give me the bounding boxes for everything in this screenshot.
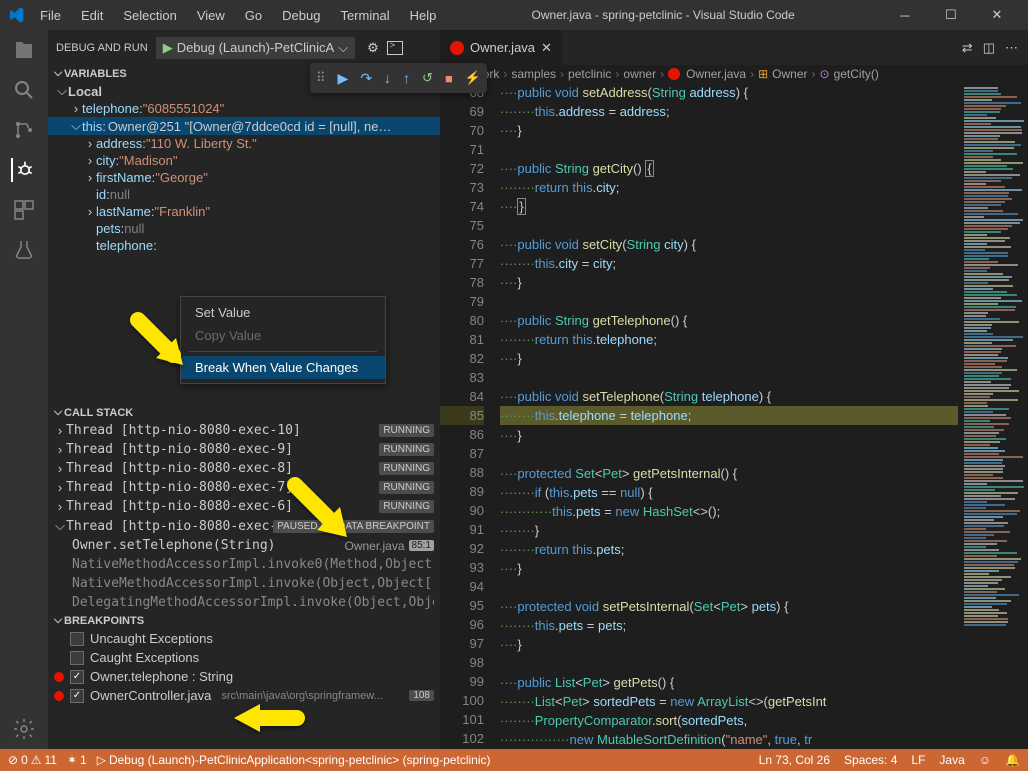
- sb-ports[interactable]: ✶ 1: [67, 753, 87, 767]
- sb-eol[interactable]: LF: [911, 753, 925, 767]
- bp-uncaught[interactable]: Uncaught Exceptions: [48, 629, 440, 648]
- explorer-icon[interactable]: [12, 38, 36, 62]
- menu-debug[interactable]: Debug: [274, 4, 328, 27]
- sb-problems[interactable]: ⊘ 0 ⚠ 11: [8, 753, 57, 767]
- minimap[interactable]: [958, 83, 1028, 749]
- frame-row[interactable]: Owner.setTelephone(String)Owner.java85:1: [48, 536, 440, 555]
- gear-icon[interactable]: ⚙: [367, 40, 379, 56]
- var-telephone[interactable]: telephone:: [48, 237, 440, 254]
- bp-caught[interactable]: Caught Exceptions: [48, 648, 440, 667]
- var-firstName[interactable]: ›firstName: "George": [48, 169, 440, 186]
- debug-config-dropdown[interactable]: ▶ Debug (Launch)-PetClinicA ⌵: [156, 37, 355, 59]
- menu-edit[interactable]: Edit: [73, 4, 111, 27]
- frame-row[interactable]: NativeMethodAccessorImpl.invoke(Object,O…: [48, 574, 440, 593]
- step-over-icon[interactable]: ↷: [360, 70, 372, 87]
- sb-feedback-icon[interactable]: ☺: [979, 753, 991, 767]
- var-address[interactable]: ›address: "110 W. Liberty St.": [48, 135, 440, 152]
- statusbar: ⊘ 0 ⚠ 11 ✶ 1 ▷ Debug (Launch)-PetClinicA…: [0, 749, 1028, 771]
- sb-lang[interactable]: Java: [939, 753, 964, 767]
- thread-row[interactable]: ›Thread [http-nio-8080-exec-8]RUNNING: [48, 459, 440, 478]
- vscode-logo-icon: [8, 7, 24, 23]
- ctx-copy-value: Copy Value: [181, 324, 385, 347]
- var-pets[interactable]: pets: null: [48, 220, 440, 237]
- debug-toolbar[interactable]: ⠿ ▶ ↷ ↓ ↑ ↺ ■ ⚡: [310, 63, 487, 93]
- code[interactable]: ····public void setAddress(String addres…: [500, 83, 958, 749]
- close-button[interactable]: ✕: [974, 0, 1020, 30]
- sb-debug-config[interactable]: ▷ Debug (Launch)-PetClinicApplication<sp…: [97, 753, 491, 767]
- stop-icon[interactable]: ■: [445, 71, 453, 86]
- thread-row[interactable]: ⌵Thread [http-nio-8080-exec-5]PAUSED ON …: [48, 516, 440, 536]
- annotation-arrow-1: [128, 310, 198, 380]
- more-icon[interactable]: ⋯: [1005, 40, 1018, 56]
- breakpoints-header[interactable]: ⌵BREAKPOINTS: [48, 612, 440, 629]
- window-title: Owner.java - spring-petclinic - Visual S…: [444, 8, 882, 22]
- menu-selection[interactable]: Selection: [115, 4, 184, 27]
- activity-bar: [0, 30, 48, 749]
- variable-context-menu: Set Value Copy Value Break When Value Ch…: [180, 296, 386, 384]
- bp-data[interactable]: Owner.telephone : String: [48, 667, 440, 686]
- tab-owner-java[interactable]: Owner.java ✕: [440, 30, 562, 65]
- sb-spaces[interactable]: Spaces: 4: [844, 753, 897, 767]
- step-into-icon[interactable]: ↓: [384, 70, 391, 86]
- source-control-icon[interactable]: [12, 118, 36, 142]
- hot-reload-icon[interactable]: ⚡: [465, 70, 481, 86]
- debug-config-label: Debug (Launch)-PetClinicA: [177, 40, 335, 55]
- extensions-icon[interactable]: [12, 198, 36, 222]
- tab-label: Owner.java: [470, 40, 535, 55]
- ctx-break-when-value-changes[interactable]: Break When Value Changes: [181, 356, 385, 379]
- sidebar-title: DEBUG AND RUN: [56, 42, 148, 54]
- debug-sidebar: DEBUG AND RUN ▶ Debug (Launch)-PetClinic…: [48, 30, 440, 749]
- var-city[interactable]: ›city: "Madison": [48, 152, 440, 169]
- minimize-button[interactable]: ─: [882, 0, 928, 30]
- menu-bar: FileEditSelectionViewGoDebugTerminalHelp: [32, 4, 444, 27]
- drag-handle-icon[interactable]: ⠿: [316, 70, 326, 86]
- gutter[interactable]: 6869707172737475767778798081828384858687…: [440, 83, 500, 749]
- thread-row[interactable]: ›Thread [http-nio-8080-exec-9]RUNNING: [48, 440, 440, 459]
- frame-row[interactable]: NativeMethodAccessorImpl.invoke0(Method,…: [48, 555, 440, 574]
- menu-view[interactable]: View: [189, 4, 233, 27]
- chevron-down-icon: ⌵: [338, 40, 348, 56]
- thread-row[interactable]: ›Thread [http-nio-8080-exec-7]RUNNING: [48, 478, 440, 497]
- annotation-arrow-3: [232, 700, 307, 736]
- breadcrumb[interactable]: … › work › samples › petclinic › owner ›…: [440, 65, 1028, 83]
- var-this[interactable]: ⌵this: Owner@251 "[Owner@7ddce0cd id = […: [48, 117, 440, 135]
- menu-terminal[interactable]: Terminal: [332, 4, 397, 27]
- titlebar: FileEditSelectionViewGoDebugTerminalHelp…: [0, 0, 1028, 30]
- thread-row[interactable]: ›Thread [http-nio-8080-exec-6]RUNNING: [48, 497, 440, 516]
- compare-icon[interactable]: ⇄: [962, 40, 973, 56]
- editor: Owner.java ✕ ⇄ ◫ ⋯ … › work › samples › …: [440, 30, 1028, 749]
- settings-icon[interactable]: [12, 717, 36, 741]
- var-telephone-param[interactable]: ›telephone: "6085551024": [48, 100, 440, 117]
- sb-position[interactable]: Ln 73, Col 26: [759, 753, 830, 767]
- annotation-arrow-2: [285, 475, 365, 550]
- split-icon[interactable]: ◫: [983, 40, 995, 56]
- var-lastName[interactable]: ›lastName: "Franklin": [48, 203, 440, 220]
- continue-icon[interactable]: ▶: [338, 70, 349, 87]
- test-icon[interactable]: [12, 238, 36, 262]
- menu-go[interactable]: Go: [237, 4, 270, 27]
- maximize-button[interactable]: ☐: [928, 0, 974, 30]
- ctx-set-value[interactable]: Set Value: [181, 301, 385, 324]
- var-id[interactable]: id: null: [48, 186, 440, 203]
- thread-row[interactable]: ›Thread [http-nio-8080-exec-10]RUNNING: [48, 421, 440, 440]
- java-file-icon: [450, 41, 464, 55]
- frame-row[interactable]: DelegatingMethodAccessorImpl.invoke(Obje…: [48, 593, 440, 612]
- play-icon: ▶: [163, 40, 173, 56]
- debug-console-icon[interactable]: [387, 41, 403, 55]
- callstack-header[interactable]: ⌵CALL STACK: [48, 404, 440, 421]
- close-icon[interactable]: ✕: [541, 40, 552, 56]
- search-icon[interactable]: [12, 78, 36, 102]
- debug-icon[interactable]: [11, 158, 35, 182]
- sb-bell-icon[interactable]: 🔔: [1005, 753, 1020, 767]
- menu-file[interactable]: File: [32, 4, 69, 27]
- step-out-icon[interactable]: ↑: [403, 70, 410, 86]
- menu-help[interactable]: Help: [402, 4, 445, 27]
- restart-icon[interactable]: ↺: [422, 70, 433, 86]
